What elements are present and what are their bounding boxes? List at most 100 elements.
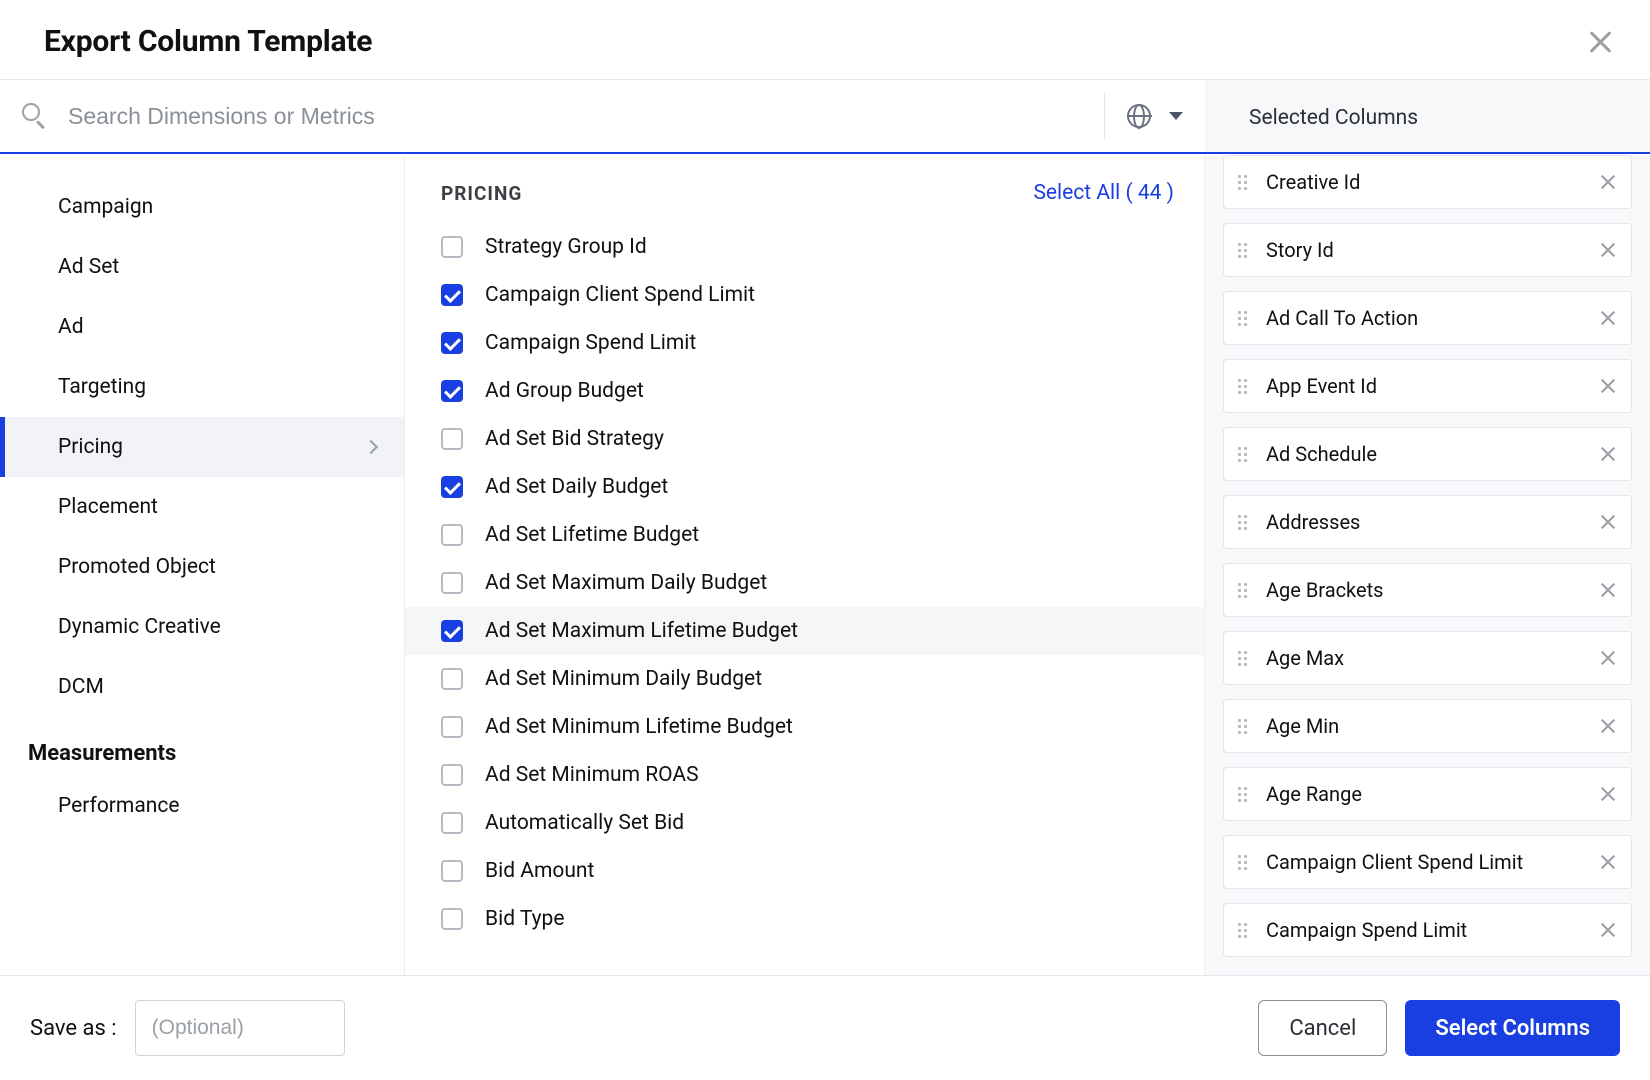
option-row[interactable]: Bid Amount bbox=[405, 847, 1204, 895]
remove-icon[interactable] bbox=[1599, 785, 1617, 803]
options-group-title: PRICING bbox=[441, 182, 522, 205]
drag-handle-icon[interactable] bbox=[1238, 311, 1252, 326]
remove-icon[interactable] bbox=[1599, 921, 1617, 939]
option-row[interactable]: Ad Set Daily Budget bbox=[405, 463, 1204, 511]
remove-icon[interactable] bbox=[1599, 377, 1617, 395]
selected-chip-label: Campaign Spend Limit bbox=[1266, 918, 1599, 942]
drag-handle-icon[interactable] bbox=[1238, 447, 1252, 462]
nav-item[interactable]: Dynamic Creative bbox=[0, 597, 404, 657]
checkbox[interactable] bbox=[441, 236, 463, 258]
globe-icon bbox=[1127, 104, 1151, 128]
option-row[interactable]: Bid Type bbox=[405, 895, 1204, 943]
selected-chip[interactable]: Ad Call To Action bbox=[1223, 291, 1632, 345]
option-label: Ad Set Maximum Daily Budget bbox=[485, 571, 767, 595]
drag-handle-icon[interactable] bbox=[1238, 923, 1252, 938]
option-row[interactable]: Ad Set Minimum Daily Budget bbox=[405, 655, 1204, 703]
select-all-link[interactable]: Select All ( 44 ) bbox=[1033, 181, 1174, 205]
selected-chip[interactable]: Age Max bbox=[1223, 631, 1632, 685]
checkbox[interactable] bbox=[441, 620, 463, 642]
options-list: Strategy Group Id Campaign Client Spend L… bbox=[405, 223, 1204, 975]
nav-item[interactable]: DCM bbox=[0, 657, 404, 717]
nav-item[interactable]: Ad bbox=[0, 297, 404, 357]
checkbox[interactable] bbox=[441, 476, 463, 498]
selected-chip[interactable]: Ad Schedule bbox=[1223, 427, 1632, 481]
option-row[interactable]: Ad Set Maximum Lifetime Budget bbox=[405, 607, 1204, 655]
checkbox[interactable] bbox=[441, 668, 463, 690]
drag-handle-icon[interactable] bbox=[1238, 175, 1252, 190]
selected-chip[interactable]: Creative Id bbox=[1223, 155, 1632, 209]
selected-chip-label: App Event Id bbox=[1266, 374, 1599, 398]
nav-item[interactable]: Pricing bbox=[0, 417, 404, 477]
remove-icon[interactable] bbox=[1599, 717, 1617, 735]
drag-handle-icon[interactable] bbox=[1238, 243, 1252, 258]
close-icon[interactable] bbox=[1586, 28, 1614, 56]
drag-handle-icon[interactable] bbox=[1238, 651, 1252, 666]
option-row[interactable]: Ad Set Maximum Daily Budget bbox=[405, 559, 1204, 607]
option-row[interactable]: Ad Set Minimum Lifetime Budget bbox=[405, 703, 1204, 751]
search-input[interactable] bbox=[66, 102, 1082, 131]
selected-chip[interactable]: Age Min bbox=[1223, 699, 1632, 753]
checkbox[interactable] bbox=[441, 716, 463, 738]
option-label: Automatically Set Bid bbox=[485, 811, 684, 835]
remove-icon[interactable] bbox=[1599, 445, 1617, 463]
nav-item[interactable]: Campaign bbox=[0, 177, 404, 237]
drag-handle-icon[interactable] bbox=[1238, 855, 1252, 870]
nav-item[interactable]: Placement bbox=[0, 477, 404, 537]
checkbox[interactable] bbox=[441, 284, 463, 306]
option-label: Campaign Spend Limit bbox=[485, 331, 696, 355]
option-row[interactable]: Ad Group Budget bbox=[405, 367, 1204, 415]
option-label: Ad Set Lifetime Budget bbox=[485, 523, 699, 547]
selected-chip-label: Creative Id bbox=[1266, 170, 1599, 194]
drag-handle-icon[interactable] bbox=[1238, 515, 1252, 530]
nav-item[interactable]: Performance bbox=[0, 776, 404, 836]
remove-icon[interactable] bbox=[1599, 853, 1617, 871]
save-as-input[interactable] bbox=[135, 1000, 345, 1056]
option-row[interactable]: Ad Set Lifetime Budget bbox=[405, 511, 1204, 559]
selected-columns-list: Creative Id Story Id Ad Call To Action App … bbox=[1205, 155, 1650, 975]
option-label: Ad Set Bid Strategy bbox=[485, 427, 664, 451]
option-row[interactable]: Campaign Spend Limit bbox=[405, 319, 1204, 367]
drag-handle-icon[interactable] bbox=[1238, 719, 1252, 734]
selected-chip[interactable]: Story Id bbox=[1223, 223, 1632, 277]
option-label: Ad Set Minimum Lifetime Budget bbox=[485, 715, 793, 739]
option-label: Campaign Client Spend Limit bbox=[485, 283, 755, 307]
checkbox[interactable] bbox=[441, 428, 463, 450]
nav-item[interactable]: Targeting bbox=[0, 357, 404, 417]
remove-icon[interactable] bbox=[1599, 173, 1617, 191]
selected-chip[interactable]: Age Range bbox=[1223, 767, 1632, 821]
checkbox[interactable] bbox=[441, 524, 463, 546]
selected-chip[interactable]: Campaign Client Spend Limit bbox=[1223, 835, 1632, 889]
checkbox[interactable] bbox=[441, 332, 463, 354]
drag-handle-icon[interactable] bbox=[1238, 787, 1252, 802]
option-row[interactable]: Automatically Set Bid bbox=[405, 799, 1204, 847]
nav-item[interactable]: Ad Set bbox=[0, 237, 404, 297]
checkbox[interactable] bbox=[441, 908, 463, 930]
option-row[interactable]: Ad Set Minimum ROAS bbox=[405, 751, 1204, 799]
option-label: Ad Group Budget bbox=[485, 379, 644, 403]
option-row[interactable]: Strategy Group Id bbox=[405, 223, 1204, 271]
remove-icon[interactable] bbox=[1599, 649, 1617, 667]
nav-item[interactable]: Promoted Object bbox=[0, 537, 404, 597]
selected-chip[interactable]: Campaign Spend Limit bbox=[1223, 903, 1632, 957]
remove-icon[interactable] bbox=[1599, 241, 1617, 259]
drag-handle-icon[interactable] bbox=[1238, 583, 1252, 598]
remove-icon[interactable] bbox=[1599, 581, 1617, 599]
selected-chip[interactable]: Age Brackets bbox=[1223, 563, 1632, 617]
drag-handle-icon[interactable] bbox=[1238, 379, 1252, 394]
checkbox[interactable] bbox=[441, 812, 463, 834]
selected-chip-label: Campaign Client Spend Limit bbox=[1266, 850, 1599, 874]
option-row[interactable]: Ad Set Bid Strategy bbox=[405, 415, 1204, 463]
checkbox[interactable] bbox=[441, 764, 463, 786]
cancel-button[interactable]: Cancel bbox=[1258, 1000, 1387, 1056]
remove-icon[interactable] bbox=[1599, 309, 1617, 327]
scope-dropdown[interactable] bbox=[1105, 80, 1205, 152]
select-columns-button[interactable]: Select Columns bbox=[1405, 1000, 1620, 1056]
selected-chip[interactable]: App Event Id bbox=[1223, 359, 1632, 413]
checkbox[interactable] bbox=[441, 380, 463, 402]
option-row[interactable]: Campaign Client Spend Limit bbox=[405, 271, 1204, 319]
checkbox[interactable] bbox=[441, 860, 463, 882]
remove-icon[interactable] bbox=[1599, 513, 1617, 531]
selected-chip[interactable]: Addresses bbox=[1223, 495, 1632, 549]
chevron-down-icon bbox=[1169, 112, 1183, 120]
checkbox[interactable] bbox=[441, 572, 463, 594]
